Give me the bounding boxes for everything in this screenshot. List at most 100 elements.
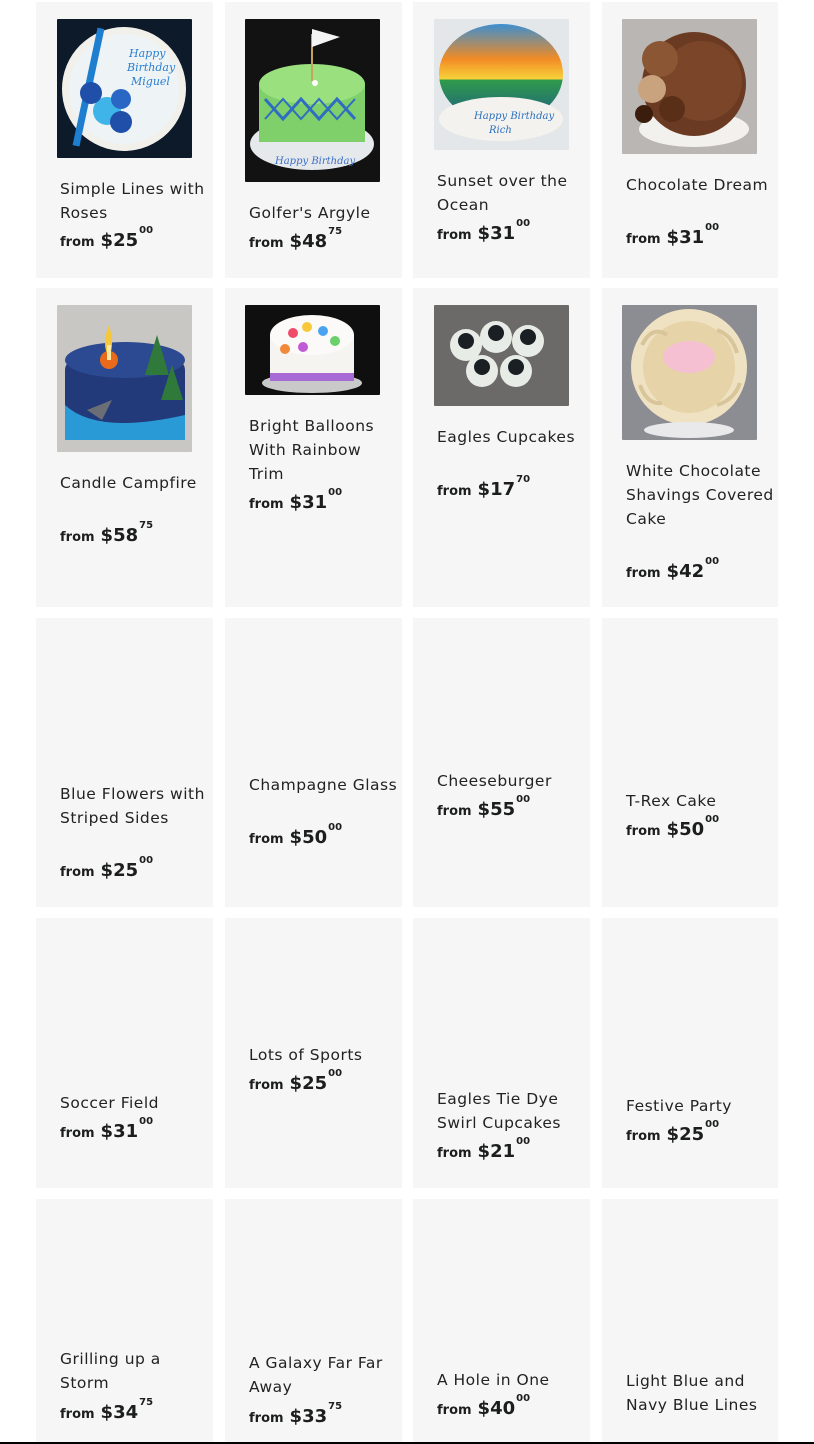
product-card[interactable]: Lots of Sports from $2500: [225, 918, 402, 1188]
price-from-label: from: [60, 235, 95, 250]
svg-text:Birthday: Birthday: [126, 61, 176, 74]
svg-text:Rich: Rich: [488, 125, 512, 136]
product-image[interactable]: Happy Birthday: [245, 19, 380, 182]
product-image[interactable]: [245, 305, 380, 395]
product-title[interactable]: Golfer's Argyle: [249, 201, 399, 225]
product-title[interactable]: Festive Party: [626, 1094, 776, 1118]
product-card[interactable]: White Chocolate Shavings Covered Cake fr…: [602, 288, 778, 607]
product-price: from $3100: [249, 487, 342, 513]
product-card[interactable]: Cheeseburger from $5500: [413, 618, 590, 907]
product-title[interactable]: Candle Campfire: [60, 471, 210, 495]
product-price: from $5875: [60, 520, 154, 546]
price-from-label: from: [60, 865, 95, 880]
product-title[interactable]: Eagles Cupcakes: [437, 425, 587, 449]
cake-white-shavings-image: [622, 305, 757, 440]
product-image[interactable]: Happy Birthday Rich: [434, 19, 569, 150]
product-title[interactable]: A Hole in One: [437, 1368, 587, 1392]
cupcakes-eagles-image: [434, 305, 569, 406]
price-amount: $2500: [666, 1119, 720, 1145]
price-from-label: from: [249, 236, 284, 251]
product-price: from $5500: [437, 794, 530, 820]
cake-balloons-image: [245, 305, 380, 395]
svg-text:Miguel: Miguel: [130, 75, 170, 88]
product-card[interactable]: Light Blue and Navy Blue Lines: [602, 1199, 778, 1444]
product-title[interactable]: Grilling up a Storm: [60, 1347, 210, 1395]
product-card[interactable]: A Galaxy Far Far Away from $3375: [225, 1199, 402, 1444]
product-card[interactable]: Bright Balloons With Rainbow Trim from $…: [225, 288, 402, 607]
product-card[interactable]: Eagles Cupcakes from $1770: [413, 288, 590, 607]
price-from-label: from: [249, 497, 284, 512]
product-title[interactable]: Bright Balloons With Rainbow Trim: [249, 414, 399, 486]
product-image[interactable]: [57, 305, 192, 452]
product-title[interactable]: Light Blue and Navy Blue Lines: [626, 1369, 776, 1417]
product-price: from $5000: [249, 822, 343, 848]
product-card[interactable]: Chocolate Dream from $3100: [602, 2, 778, 278]
product-title[interactable]: Cheeseburger: [437, 769, 587, 793]
price-from-label: from: [60, 1126, 95, 1141]
product-title[interactable]: White Chocolate Shavings Covered Cake: [626, 459, 776, 531]
product-card[interactable]: Happy Birthday Miguel Simple Lines with …: [36, 2, 213, 278]
price-amount: $4875: [289, 226, 343, 252]
product-price: from $2500: [60, 855, 154, 881]
product-image[interactable]: [622, 19, 757, 154]
price-from-label: from: [249, 1078, 284, 1093]
price-from-label: from: [60, 1407, 95, 1422]
product-card[interactable]: Festive Party from $2500: [602, 918, 778, 1188]
product-card[interactable]: Champagne Glass from $5000: [225, 618, 402, 907]
price-from-label: from: [249, 1411, 284, 1426]
price-from-label: from: [626, 232, 661, 247]
product-title[interactable]: Chocolate Dream: [626, 173, 776, 197]
product-card[interactable]: Candle Campfire from $5875: [36, 288, 213, 607]
product-card[interactable]: Soccer Field from $3100: [36, 918, 213, 1188]
product-title[interactable]: T-Rex Cake: [626, 789, 776, 813]
cake-sunset-image: Happy Birthday Rich: [434, 19, 569, 150]
price-amount: $1770: [477, 474, 531, 500]
price-from-label: from: [437, 228, 472, 243]
product-title[interactable]: Champagne Glass: [249, 773, 399, 797]
product-title[interactable]: Eagles Tie Dye Swirl Cupcakes: [437, 1087, 587, 1135]
product-price: from $5000: [626, 814, 720, 840]
product-title[interactable]: Sunset over the Ocean: [437, 169, 587, 217]
price-from-label: from: [437, 804, 472, 819]
price-amount: $2500: [100, 855, 154, 881]
price-amount: $5875: [100, 520, 154, 546]
product-title[interactable]: Blue Flowers with Striped Sides: [60, 782, 210, 830]
product-card[interactable]: Happy Birthday Golfer's Argyle from $487…: [225, 2, 402, 278]
product-card[interactable]: Blue Flowers with Striped Sides from $25…: [36, 618, 213, 907]
price-amount: $5000: [289, 822, 343, 848]
product-price: from $1770: [437, 474, 531, 500]
product-card[interactable]: Happy Birthday Rich Sunset over the Ocea…: [413, 2, 590, 278]
product-price: from $2500: [60, 225, 154, 251]
product-price: from $3100: [60, 1116, 153, 1142]
price-from-label: from: [249, 832, 284, 847]
cake-blue-roses-image: Happy Birthday Miguel: [57, 19, 192, 158]
price-amount: $5000: [666, 814, 720, 840]
price-amount: $3375: [289, 1401, 343, 1427]
price-from-label: from: [437, 484, 472, 499]
cake-chocolate-image: [622, 19, 757, 154]
product-price: from $4000: [437, 1393, 531, 1419]
price-from-label: from: [626, 824, 661, 839]
product-card[interactable]: Grilling up a Storm from $3475: [36, 1199, 213, 1444]
svg-text:Happy: Happy: [128, 47, 166, 60]
product-title[interactable]: Lots of Sports: [249, 1043, 399, 1067]
product-title[interactable]: A Galaxy Far Far Away: [249, 1351, 399, 1399]
svg-text:Happy Birthday: Happy Birthday: [274, 156, 355, 167]
product-price: from $4875: [249, 226, 343, 252]
price-amount: $2500: [289, 1068, 343, 1094]
product-grid: Happy Birthday Miguel Simple Lines with …: [0, 0, 814, 1444]
product-price: from $3100: [437, 218, 531, 244]
product-image[interactable]: [434, 305, 569, 406]
price-amount: $2500: [100, 225, 154, 251]
product-image[interactable]: Happy Birthday Miguel: [57, 19, 192, 158]
product-card[interactable]: A Hole in One from $4000: [413, 1199, 590, 1444]
price-from-label: from: [626, 566, 661, 581]
product-title[interactable]: Simple Lines with Roses: [60, 177, 210, 225]
price-amount: $3100: [477, 218, 531, 244]
product-card[interactable]: T-Rex Cake from $5000: [602, 618, 778, 907]
product-card[interactable]: Eagles Tie Dye Swirl Cupcakes from $2100: [413, 918, 590, 1188]
price-from-label: from: [437, 1146, 472, 1161]
price-amount: $4000: [477, 1393, 531, 1419]
product-image[interactable]: [622, 305, 757, 440]
product-title[interactable]: Soccer Field: [60, 1091, 210, 1115]
